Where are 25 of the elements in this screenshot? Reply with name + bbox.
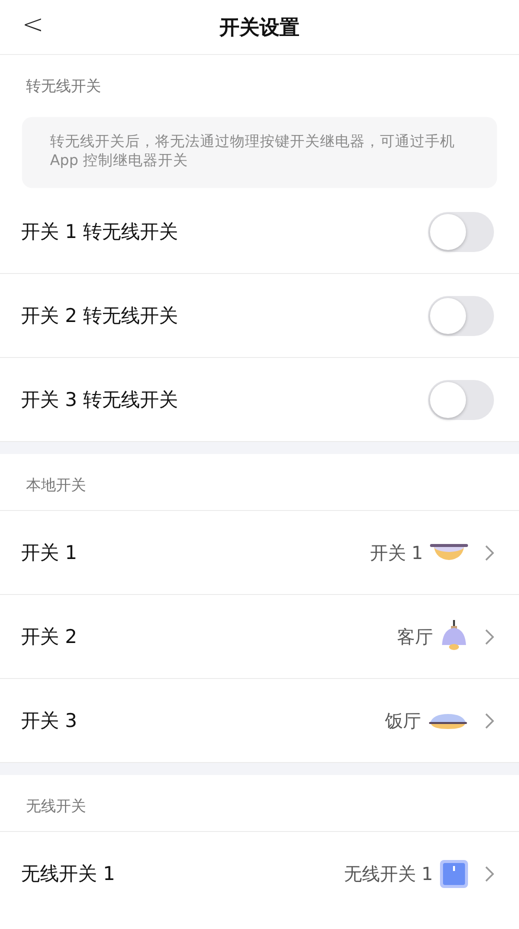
row-label: 开关 2 bbox=[21, 624, 78, 650]
chevron-right-icon bbox=[485, 628, 494, 644]
info-note: 转无线开关后，将无法通过物理按键开关继电器，可通过手机 App 控制继电器开关 bbox=[22, 117, 497, 188]
row-label: 开关 1 bbox=[21, 540, 78, 566]
row-value: 客厅 bbox=[397, 626, 433, 648]
row-value: 开关 1 bbox=[370, 542, 423, 564]
section-title: 无线开关 bbox=[25, 796, 87, 817]
back-button[interactable]: < bbox=[22, 10, 44, 40]
toggle-switch[interactable] bbox=[428, 296, 494, 336]
chevron-right-icon bbox=[485, 866, 494, 882]
row-label: 开关 3 bbox=[21, 708, 78, 734]
row-value: 无线开关 1 bbox=[344, 862, 433, 886]
chevron-right-icon bbox=[485, 712, 494, 728]
row-value: 饭厅 bbox=[385, 710, 421, 732]
row-label: 开关 2 转无线开关 bbox=[21, 304, 178, 328]
page-title: 开关设置 bbox=[220, 14, 300, 40]
chevron-right-icon bbox=[485, 544, 494, 560]
toggle-switch[interactable] bbox=[428, 212, 494, 252]
row-label: 开关 1 转无线开关 bbox=[21, 220, 178, 244]
switch-panel-icon bbox=[439, 858, 469, 888]
row-label: 开关 3 转无线开关 bbox=[21, 388, 178, 412]
section-title: 转无线开关 bbox=[25, 76, 102, 97]
toggle-switch[interactable] bbox=[428, 380, 494, 420]
section-title: 本地开关 bbox=[25, 475, 87, 496]
row-label: 无线开关 1 bbox=[21, 862, 116, 886]
